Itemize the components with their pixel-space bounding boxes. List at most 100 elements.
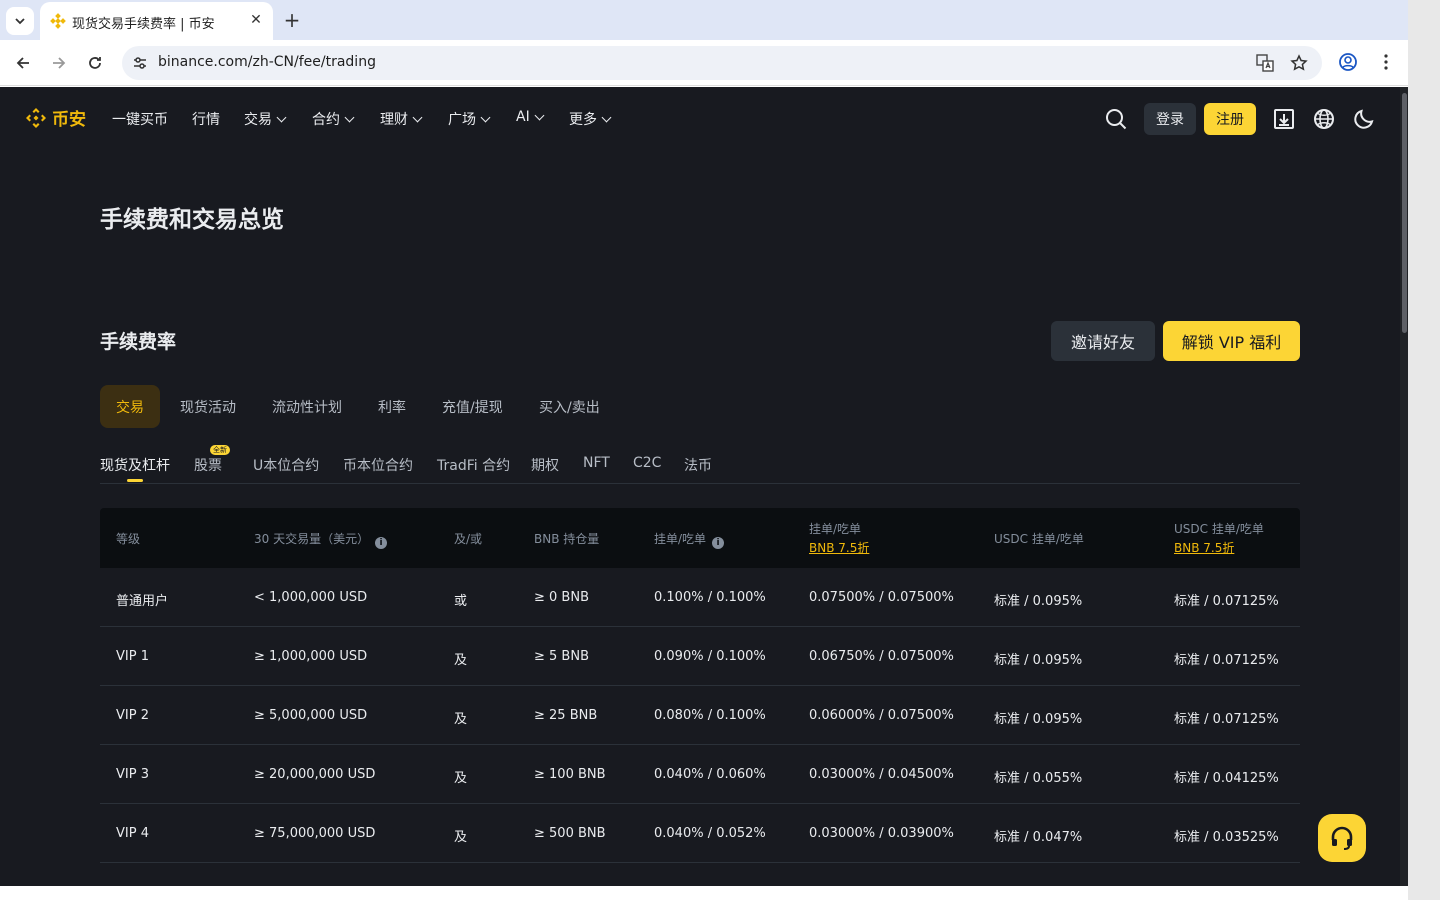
bnb-discount-link[interactable]: BNB 7.5折 [809, 539, 869, 556]
cell-maker-taker: 0.080% / 0.100% [654, 708, 766, 723]
theme-toggle-icon[interactable] [1352, 107, 1376, 131]
subtab-stocks[interactable]: 股票 [194, 455, 222, 475]
globe-icon[interactable] [1312, 107, 1336, 131]
site-settings-icon[interactable] [132, 55, 148, 71]
cell-usdc: 标准 / 0.055% [994, 771, 1083, 786]
table-row: VIP 2 ≥ 5,000,000 USD 及 ≥ 25 BNB 0.080% … [100, 686, 1300, 745]
cell-volume: ≥ 20,000,000 USD [254, 767, 376, 782]
tab-title: 现货交易手续费率 | 币安 [72, 17, 215, 32]
active-subtab-indicator [127, 479, 143, 482]
col-maker-taker-bnb: 挂单/吃单 [809, 522, 862, 536]
nav-label: 理财 [380, 112, 408, 128]
cell-andor: 或 [454, 594, 468, 609]
cell-bnb: ≥ 0 BNB [534, 590, 589, 605]
register-button[interactable]: 注册 [1204, 103, 1256, 135]
info-icon[interactable]: i [712, 537, 725, 549]
chevron-down-icon [344, 112, 355, 122]
cell-bnb: ≥ 100 BNB [534, 767, 606, 782]
subtab-spot-margin[interactable]: 现货及杠杆 [100, 455, 170, 475]
cell-maker-taker-bnb: 0.07500% / 0.07500% [809, 590, 954, 605]
tab-liquidity-program[interactable]: 流动性计划 [256, 385, 358, 428]
nav-square[interactable]: 广场 [448, 109, 491, 129]
nav-buy-crypto[interactable]: 一键买币 [112, 109, 168, 129]
nav-label: 交易 [244, 112, 272, 128]
tab-trade[interactable]: 交易 [100, 385, 160, 428]
browser-menu-icon[interactable] [1376, 52, 1396, 72]
cell-bnb: ≥ 5 BNB [534, 649, 589, 664]
col-maker-taker-label: 挂单/吃单 [654, 532, 707, 546]
info-icon[interactable]: i [375, 537, 388, 549]
col-usdc: USDC 挂单/吃单 [994, 532, 1084, 546]
new-tab-button[interactable]: + [280, 8, 304, 32]
cell-level: 普通用户 [116, 594, 169, 609]
cell-andor: 及 [454, 653, 468, 668]
subtab-options[interactable]: 期权 [531, 455, 559, 475]
unlock-vip-button[interactable]: 解锁 VIP 福利 [1163, 321, 1300, 361]
subtab-usdm-futures[interactable]: U本位合约 [253, 455, 319, 475]
chevron-down-icon [601, 112, 612, 122]
subtab-coinm-futures[interactable]: 币本位合约 [343, 455, 413, 475]
table-row: VIP 3 ≥ 20,000,000 USD 及 ≥ 100 BNB 0.040… [100, 745, 1300, 804]
cell-level: VIP 3 [116, 767, 149, 782]
invite-friends-button[interactable]: 邀请好友 [1051, 321, 1155, 361]
chevron-down-icon [15, 18, 25, 25]
headset-icon [1331, 826, 1353, 850]
nav-trade[interactable]: 交易 [244, 109, 287, 129]
tab-spot-activity[interactable]: 现货活动 [164, 385, 252, 428]
reload-button[interactable] [83, 51, 107, 75]
cell-volume: ≥ 1,000,000 USD [254, 649, 368, 664]
section-title: 手续费率 [100, 331, 177, 353]
binance-logo-icon [26, 107, 46, 128]
tab-interest-rate[interactable]: 利率 [362, 385, 422, 428]
nav-ai[interactable]: AI [516, 109, 545, 125]
page-scrollbar[interactable] [1400, 87, 1408, 886]
active-tab[interactable]: 现货交易手续费率 | 币安 ✕ [40, 2, 273, 40]
tab-buy-sell[interactable]: 买入/卖出 [523, 385, 616, 428]
binance-logo[interactable]: 币安 [24, 105, 86, 130]
cell-level: VIP 1 [116, 649, 149, 664]
login-button[interactable]: 登录 [1144, 103, 1196, 135]
col-bnb-balance: BNB 持仓量 [534, 532, 600, 546]
nav-earn[interactable]: 理财 [380, 109, 423, 129]
chevron-down-icon [480, 112, 491, 122]
profile-icon[interactable] [1338, 52, 1358, 72]
cell-volume: < 1,000,000 USD [254, 590, 368, 605]
cell-volume: ≥ 5,000,000 USD [254, 708, 368, 723]
cell-maker-taker: 0.090% / 0.100% [654, 649, 766, 664]
cell-maker-taker: 0.040% / 0.052% [654, 826, 766, 841]
col-maker-taker: 挂单/吃单 i [654, 530, 725, 549]
address-bar[interactable]: binance.com/zh-CN/fee/trading [122, 46, 1322, 80]
download-icon[interactable] [1272, 107, 1296, 131]
nav-markets[interactable]: 行情 [192, 109, 220, 129]
reload-icon [89, 57, 101, 69]
subtab-divider [100, 483, 1300, 484]
nav-label: 合约 [312, 112, 340, 128]
cell-usdc-bnb: 标准 / 0.07125% [1174, 594, 1279, 609]
web-page: 币安 一键买币 行情 交易 合约 理财 广场 AI 更多 登录 注册 手续费和交… [0, 87, 1400, 886]
fee-table-header: 等级 30 天交易量（美元） i 及/或 BNB 持仓量 挂单/吃单 i 挂单/吃单… [100, 508, 1300, 568]
bookmark-star-icon[interactable] [1290, 54, 1308, 72]
scrollbar-thumb[interactable] [1402, 93, 1407, 333]
close-tab-icon[interactable]: ✕ [246, 10, 266, 30]
tab-search-button[interactable] [6, 7, 34, 35]
nav-label: 更多 [569, 112, 597, 128]
subtab-nft[interactable]: NFT [583, 455, 610, 471]
forward-button[interactable] [47, 51, 71, 75]
nav-more[interactable]: 更多 [569, 109, 612, 129]
translate-icon[interactable] [1256, 54, 1274, 72]
tab-deposit-withdraw[interactable]: 充值/提现 [426, 385, 519, 428]
subtab-c2c[interactable]: C2C [633, 455, 661, 471]
url-text[interactable]: binance.com/zh-CN/fee/trading [158, 54, 376, 70]
window-edge [1408, 0, 1440, 900]
subtab-tradfi-futures[interactable]: TradFi 合约 [437, 455, 510, 475]
nav-label: 广场 [448, 112, 476, 128]
subtab-fiat[interactable]: 法币 [684, 455, 712, 475]
cell-andor: 及 [454, 830, 468, 845]
nav-label: 行情 [192, 112, 220, 128]
search-icon[interactable] [1104, 107, 1128, 131]
usdc-bnb-discount-link[interactable]: BNB 7.5折 [1174, 539, 1234, 556]
customer-support-button[interactable] [1318, 814, 1366, 862]
nav-futures[interactable]: 合约 [312, 109, 355, 129]
col-level: 等级 [116, 532, 141, 546]
back-button[interactable] [11, 51, 35, 75]
